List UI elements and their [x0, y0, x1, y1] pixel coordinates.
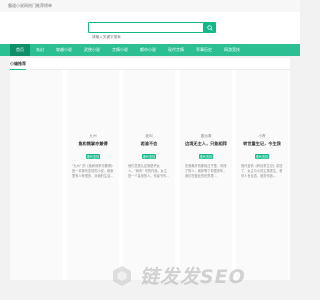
book-card[interactable]: 九州 鱼和熊掌亦兼得 现代言情 "九州" 的《鱼和熊掌亦兼得》是一本现代言情的小…	[67, 70, 119, 280]
book-title[interactable]: 边境无主人，只能相拜	[180, 141, 232, 147]
section-title: 小编推荐	[10, 61, 26, 66]
search-icon	[207, 24, 213, 31]
watermark-logo-icon	[113, 265, 131, 286]
nav-item-xuanhuan[interactable]: 玄幻	[30, 44, 50, 56]
main-content: 小编推荐 九州 鱼和熊掌亦兼得 现代言情 "九州" 的《鱼和熊掌亦兼得》是一本现…	[10, 58, 290, 280]
watermark-text: 链发发SEO	[140, 266, 246, 288]
book-title[interactable]: 鱼和熊掌亦兼得	[67, 141, 119, 147]
search-input[interactable]	[89, 32, 203, 42]
site-tagline: 霸道小说网热门推荐榜单	[8, 3, 52, 8]
book-description: 在我离开的那段日子里，你找了别人，我却等了你很多年，我们在彼此的世界里...	[185, 164, 227, 178]
book-description: 他们总是认定她是坏女人，"我叫" 写的作品，女主是一个善良的人，作者书写...	[128, 164, 170, 178]
category-tag[interactable]: 现代言情	[142, 154, 156, 159]
book-title[interactable]: 转世重生记，今生我	[236, 141, 288, 147]
book-description: "九州" 的《鱼和熊掌亦兼得》是一本现代言情的小说，我家里有人有很多，对我的生活…	[72, 164, 114, 178]
book-card[interactable]: 小青 转世重生记，今生我 现代言情 现代言情《转世重生记》讲述了，女主与小说主角…	[236, 70, 288, 280]
main-nav: 首页 玄幻 穿越小说 武侠小说 言情小说 都市小说 现代言情 军事历史 网游竞技	[0, 44, 300, 56]
category-tag[interactable]: 现代言情	[199, 154, 213, 159]
book-description: 现代言情《转世重生记》讲述了，女主与小说主角重生，看尽人世百态，相关作品...	[241, 164, 283, 178]
book-author: 我叫	[145, 134, 153, 138]
book-author: 九州	[89, 134, 97, 138]
nav-item-wangyou[interactable]: 网游竞技	[218, 44, 246, 56]
book-card[interactable]	[10, 70, 62, 280]
search-box[interactable]	[88, 22, 204, 42]
nav-item-xiandai[interactable]: 现代言情	[162, 44, 190, 56]
book-author: 墨远清	[200, 134, 212, 138]
book-card-list: 九州 鱼和熊掌亦兼得 现代言情 "九州" 的《鱼和熊掌亦兼得》是一本现代言情的小…	[10, 70, 290, 280]
nav-item-dushi[interactable]: 都市小说	[134, 44, 162, 56]
top-bar: 霸道小说网热门推荐榜单	[0, 0, 300, 12]
watermark: 链发发SEO	[110, 262, 246, 289]
nav-item-yanqing[interactable]: 言情小说	[106, 44, 134, 56]
nav-item-wuxia[interactable]: 武侠小说	[78, 44, 106, 56]
book-title[interactable]: 若渝不会	[123, 141, 175, 147]
book-author: 小青	[258, 134, 266, 138]
nav-item-chuanyue[interactable]: 穿越小说	[50, 44, 78, 56]
nav-item-home[interactable]: 首页	[10, 44, 30, 56]
category-tag[interactable]: 现代言情	[86, 154, 100, 159]
nav-item-junshi[interactable]: 军事历史	[190, 44, 218, 56]
section-header: 小编推荐	[10, 58, 290, 70]
book-card[interactable]: 我叫 若渝不会 现代言情 他们总是认定她是坏女人，"我叫" 写的作品，女主是一个…	[123, 70, 175, 280]
book-card[interactable]: 墨远清 边境无主人，只能相拜 现代言情 在我离开的那段日子里，你找了别人，我却等…	[180, 70, 232, 280]
search-button[interactable]	[204, 22, 216, 33]
category-tag[interactable]: 现代言情	[255, 154, 269, 159]
